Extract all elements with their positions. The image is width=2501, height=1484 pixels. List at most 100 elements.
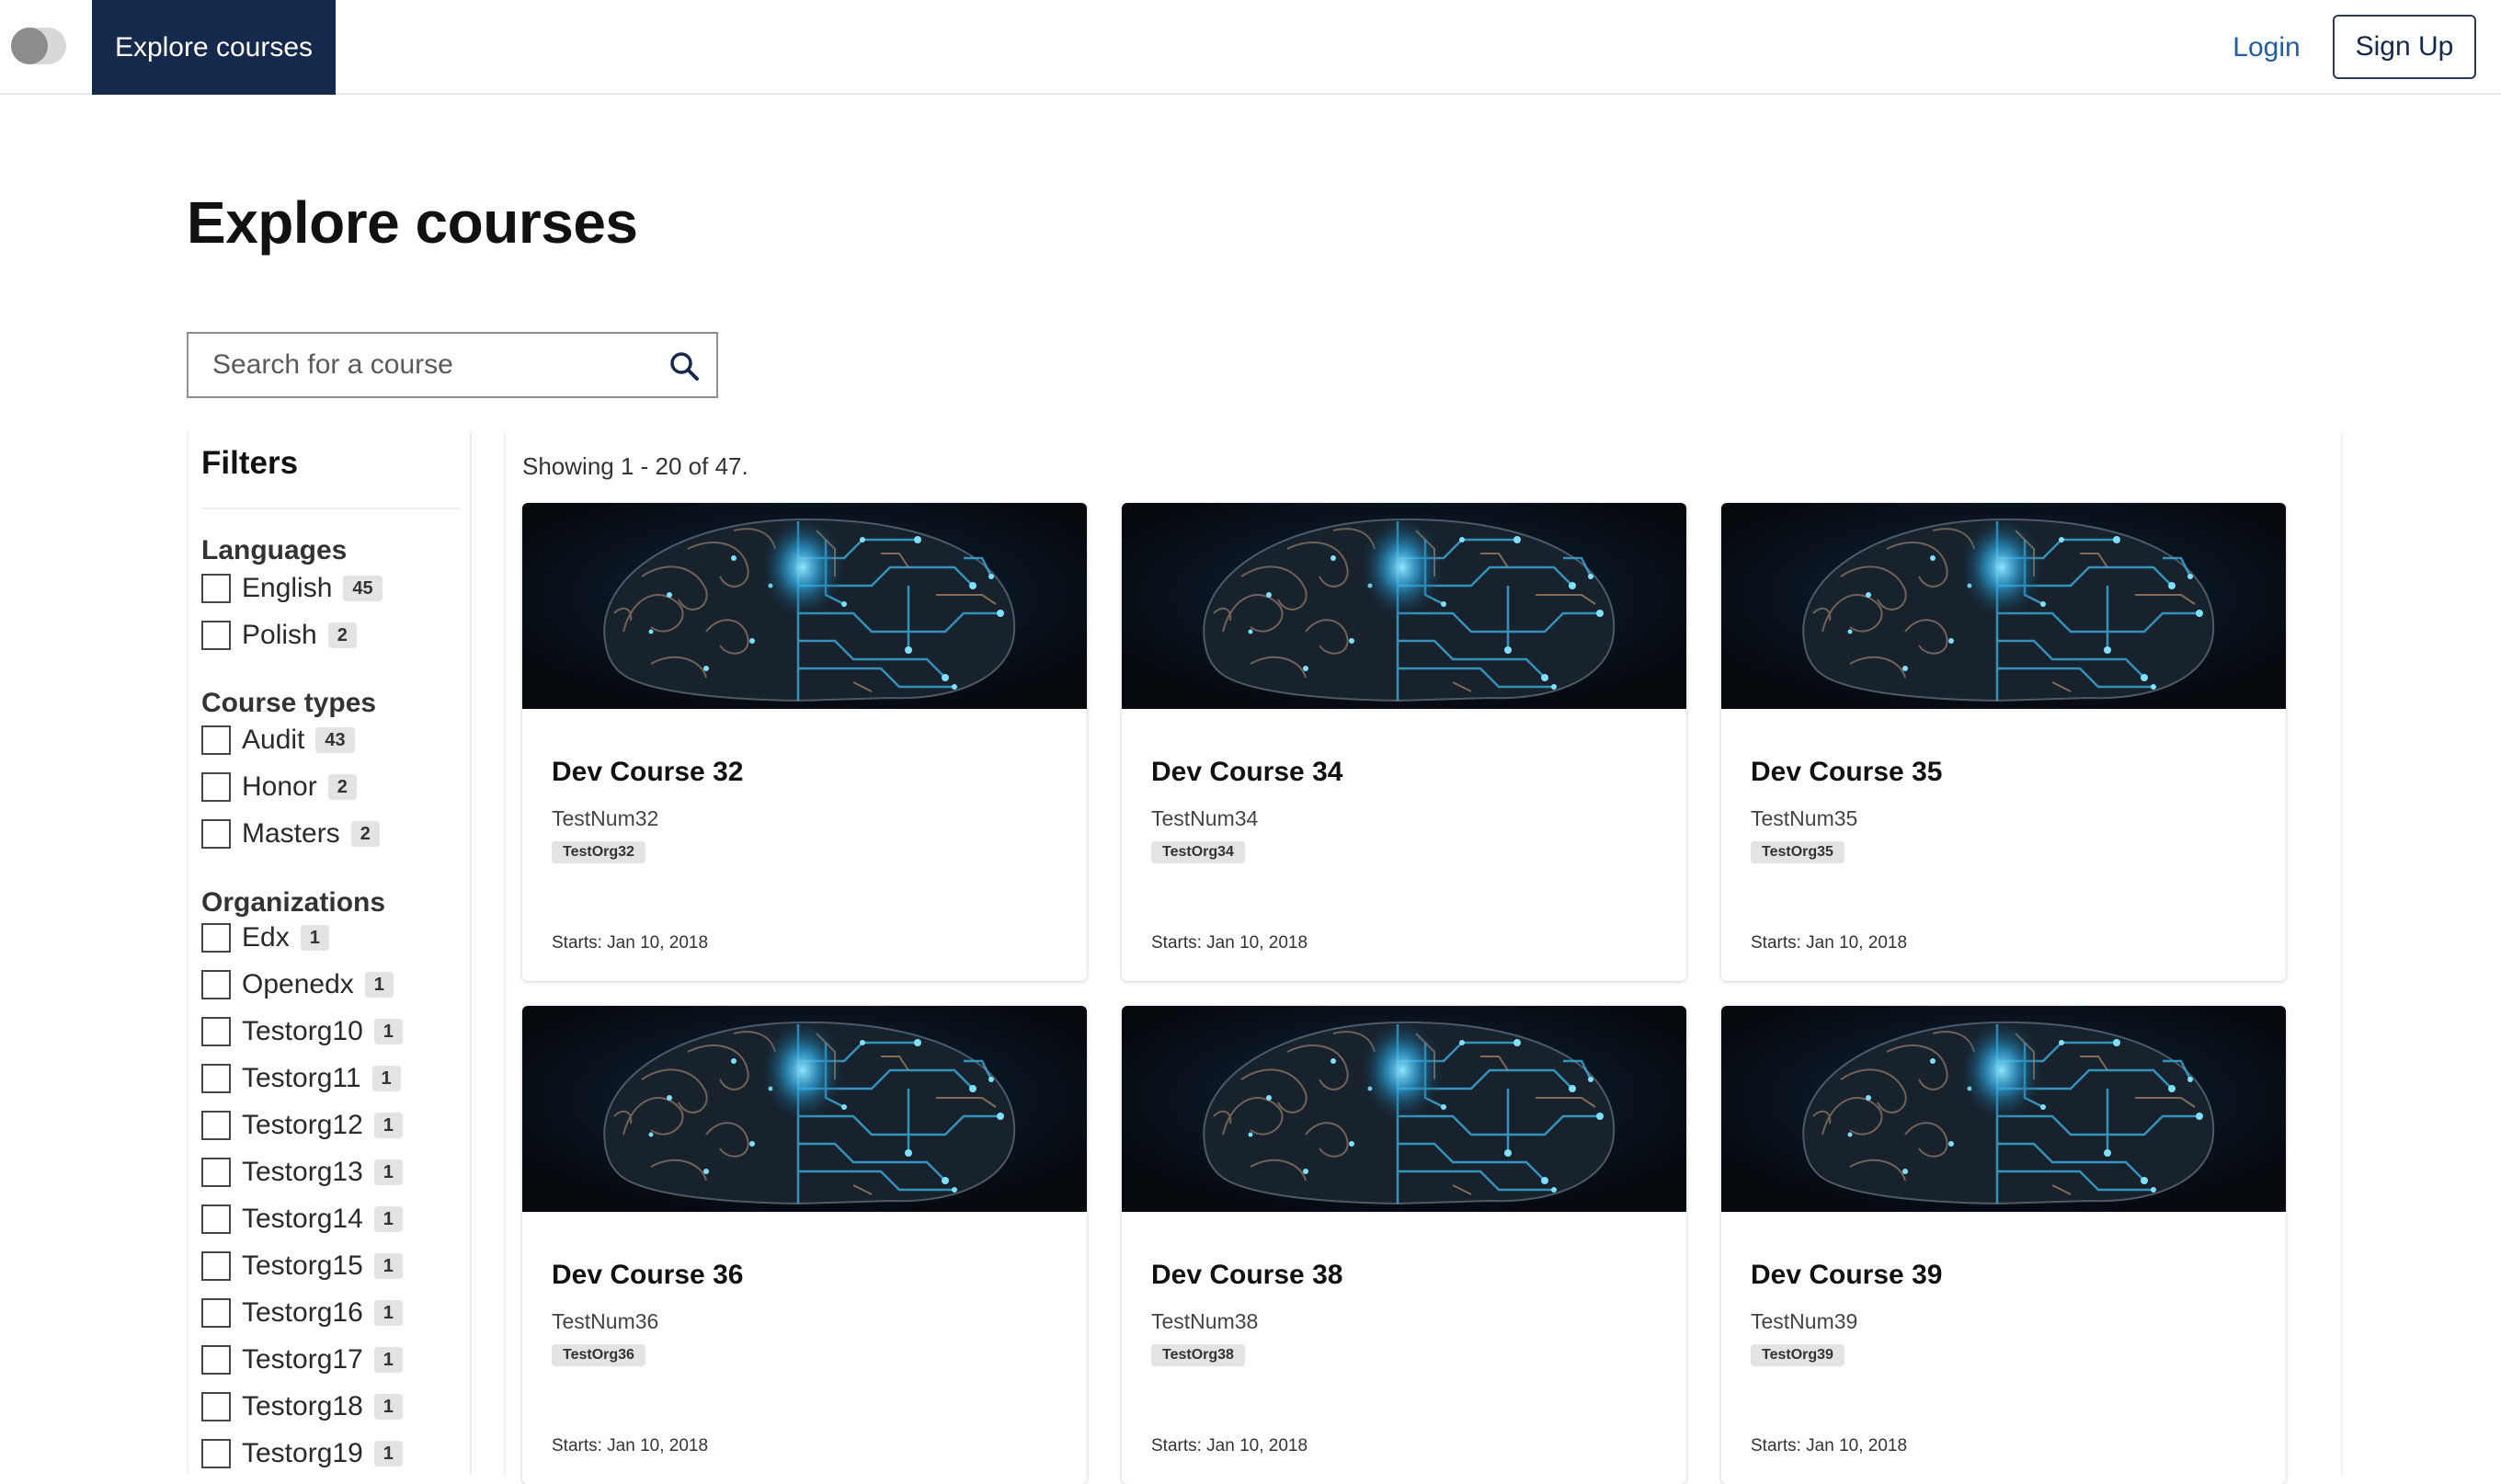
filter-count-badge: 1 [373, 1441, 403, 1467]
toggle-knob [11, 28, 48, 64]
filters-sidebar: Filters Languages English 45 Polish 2 Course … [187, 432, 472, 1475]
filter-item[interactable]: Testorg16 1 [201, 1295, 403, 1331]
filter-count-badge: 1 [300, 925, 329, 951]
filter-item[interactable]: Testorg10 1 [201, 1013, 403, 1050]
search-icon[interactable] [667, 348, 703, 385]
course-start-date: Starts: Jan 10, 2018 [1751, 1436, 1908, 1455]
filter-label: Testorg12 [242, 1110, 363, 1140]
filter-label: Testorg11 [242, 1063, 361, 1093]
course-org-badge: TestOrg32 [552, 841, 645, 863]
course-title[interactable]: Dev Course 35 [1751, 757, 1942, 788]
filter-count-badge: 1 [373, 1347, 403, 1373]
filter-item[interactable]: Testorg12 1 [201, 1107, 403, 1144]
course-number: TestNum38 [1151, 1309, 1259, 1333]
site-header: Explore courses Login Sign Up [0, 0, 2501, 95]
filters-title: Filters [201, 445, 299, 481]
filter-checkbox[interactable] [201, 1251, 231, 1281]
filter-label: Masters [242, 818, 340, 849]
filters-divider [201, 508, 459, 509]
course-image[interactable] [522, 503, 1087, 709]
course-title[interactable]: Dev Course 32 [552, 757, 743, 788]
filter-count-badge: 45 [343, 576, 383, 601]
filter-checkbox[interactable] [201, 923, 231, 953]
filter-item[interactable]: Testorg11 1 [201, 1060, 401, 1097]
filter-label: Openedx [242, 969, 354, 999]
search-input[interactable] [212, 334, 645, 396]
filter-checkbox[interactable] [201, 1111, 231, 1140]
filter-item[interactable]: Audit 43 [201, 722, 355, 759]
filter-item[interactable]: Polish 2 [201, 617, 357, 654]
toggle-logo-icon[interactable] [11, 28, 66, 64]
filter-item[interactable]: Testorg15 1 [201, 1248, 403, 1284]
filter-label: Polish [242, 620, 317, 650]
course-image[interactable] [1122, 1006, 1686, 1212]
course-image[interactable] [1122, 503, 1686, 709]
course-card[interactable]: Dev Course 34 TestNum34 TestOrg34 Starts: J… [1122, 503, 1686, 981]
course-image[interactable] [1721, 1006, 2286, 1212]
course-card[interactable]: Dev Course 32 TestNum32 TestOrg32 Starts: J… [522, 503, 1087, 981]
filter-count-badge: 1 [371, 1066, 401, 1091]
filter-item[interactable]: Honor 2 [201, 769, 357, 805]
filter-checkbox[interactable] [201, 1158, 231, 1187]
filter-label: English [242, 573, 333, 603]
course-card[interactable]: Dev Course 36 TestNum36 TestOrg36 Starts: J… [522, 1006, 1087, 1484]
course-card[interactable]: Dev Course 38 TestNum38 TestOrg38 Starts: J… [1122, 1006, 1686, 1484]
filter-count-badge: 43 [315, 727, 355, 753]
filter-group-title: Course types [201, 688, 377, 718]
course-image[interactable] [522, 1006, 1087, 1212]
course-org-badge: TestOrg35 [1751, 841, 1844, 863]
filter-checkbox[interactable] [201, 725, 231, 755]
course-card[interactable]: Dev Course 35 TestNum35 TestOrg35 Starts: J… [1721, 503, 2286, 981]
course-start-date: Starts: Jan 10, 2018 [552, 1436, 709, 1455]
filter-checkbox[interactable] [201, 819, 231, 849]
filter-count-badge: 2 [327, 622, 357, 648]
filter-checkbox[interactable] [201, 574, 231, 603]
login-link[interactable]: Login [2202, 0, 2331, 95]
page-title: Explore courses [187, 189, 638, 256]
course-card[interactable]: Dev Course 39 TestNum39 TestOrg39 Starts: J… [1721, 1006, 2286, 1484]
filter-item[interactable]: Testorg17 1 [201, 1341, 403, 1378]
course-title[interactable]: Dev Course 38 [1151, 1260, 1342, 1291]
course-title[interactable]: Dev Course 34 [1151, 757, 1342, 788]
course-start-date: Starts: Jan 10, 2018 [1751, 933, 1908, 953]
filter-item[interactable]: Edx 1 [201, 919, 329, 956]
filter-count-badge: 1 [373, 1300, 403, 1326]
filter-item[interactable]: Testorg13 1 [201, 1154, 403, 1191]
filter-checkbox[interactable] [201, 1064, 231, 1093]
filter-checkbox[interactable] [201, 772, 231, 802]
filter-label: Edx [242, 922, 290, 953]
filter-item[interactable]: English 45 [201, 570, 383, 607]
filter-item[interactable]: Testorg18 1 [201, 1388, 403, 1425]
course-number: TestNum36 [552, 1309, 659, 1333]
filter-checkbox[interactable] [201, 1204, 231, 1234]
filter-item[interactable]: Testorg14 1 [201, 1201, 403, 1238]
filter-label: Testorg10 [242, 1016, 363, 1046]
filter-checkbox[interactable] [201, 970, 231, 999]
filter-checkbox[interactable] [201, 1392, 231, 1421]
course-title[interactable]: Dev Course 39 [1751, 1260, 1942, 1291]
filter-item[interactable]: Openedx 1 [201, 966, 394, 1003]
filter-checkbox[interactable] [201, 1439, 231, 1468]
course-org-badge: TestOrg36 [552, 1344, 645, 1366]
course-number: TestNum32 [552, 806, 659, 830]
course-org-badge: TestOrg39 [1751, 1344, 1844, 1366]
filter-checkbox[interactable] [201, 1345, 231, 1375]
filter-item[interactable]: Testorg19 1 [201, 1435, 403, 1472]
nav-explore-courses[interactable]: Explore courses [92, 0, 336, 95]
signup-button[interactable]: Sign Up [2333, 15, 2476, 79]
course-start-date: Starts: Jan 10, 2018 [1151, 1436, 1308, 1455]
course-org-badge: TestOrg34 [1151, 841, 1245, 863]
filter-checkbox[interactable] [201, 1017, 231, 1046]
filter-label: Honor [242, 771, 317, 802]
filter-checkbox[interactable] [201, 621, 231, 650]
course-number: TestNum39 [1751, 1309, 1858, 1333]
filter-count-badge: 1 [373, 1206, 403, 1232]
filter-item[interactable]: Masters 2 [201, 816, 380, 852]
course-image[interactable] [1721, 503, 2286, 709]
filter-label: Testorg13 [242, 1157, 363, 1187]
filter-count-badge: 1 [364, 972, 394, 998]
filter-label: Audit [242, 725, 305, 755]
course-start-date: Starts: Jan 10, 2018 [1151, 933, 1308, 953]
course-title[interactable]: Dev Course 36 [552, 1260, 743, 1291]
filter-checkbox[interactable] [201, 1298, 231, 1328]
